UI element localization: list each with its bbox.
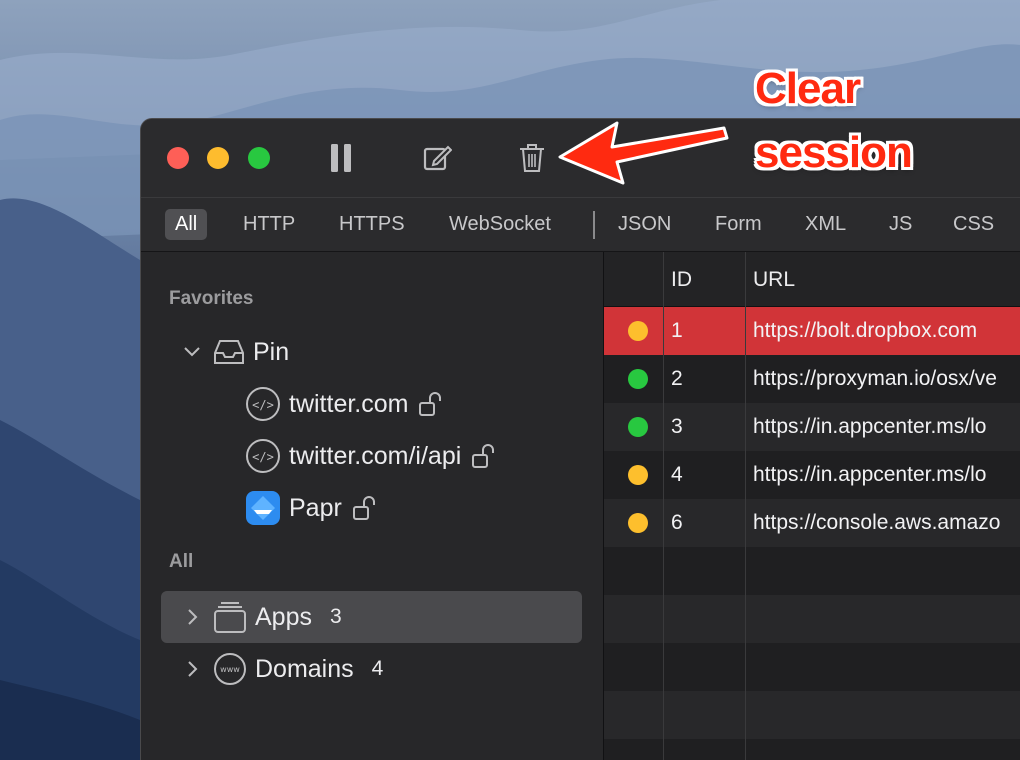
filter-form[interactable]: Form	[705, 209, 772, 240]
column-divider	[663, 252, 664, 760]
status-dot	[628, 321, 648, 341]
tray-icon	[214, 340, 244, 364]
empty-row	[604, 691, 1020, 739]
empty-row	[604, 547, 1020, 595]
cell-url: https://console.aws.amazo	[753, 511, 1001, 534]
compose-button[interactable]	[419, 141, 455, 175]
status-dot	[628, 513, 648, 533]
cell-id: 1	[671, 319, 683, 342]
table-row[interactable]: 3 https://in.appcenter.ms/lo	[604, 403, 1020, 451]
pin-label: Pin	[253, 337, 290, 366]
pause-icon	[331, 144, 351, 172]
compose-icon	[423, 145, 452, 171]
empty-row	[604, 595, 1020, 643]
chevron-right-icon[interactable]	[187, 660, 199, 678]
pin-folder-row[interactable]: Pin	[183, 330, 289, 374]
column-header-url[interactable]: URL	[753, 252, 795, 307]
app-icon	[246, 491, 280, 525]
request-table: ID URL 1 https://bolt.dropbox.com 2 http…	[604, 252, 1020, 760]
filter-websocket[interactable]: WebSocket	[439, 209, 561, 240]
pinned-item-twitter[interactable]: </> twitter.com	[245, 382, 444, 426]
unlock-icon[interactable]	[471, 443, 497, 469]
cell-url: https://in.appcenter.ms/lo	[753, 463, 987, 486]
code-icon: </>	[246, 387, 280, 421]
sidebar: Favorites Pin </> twitter.com </> twitte…	[141, 252, 604, 760]
filter-bar: All HTTP HTTPS WebSocket JSON Form XML J…	[141, 197, 1020, 252]
status-dot	[628, 465, 648, 485]
all-section-title: All	[169, 551, 194, 572]
pinned-item-label: Papr	[289, 493, 342, 522]
column-header-id[interactable]: ID	[671, 252, 692, 307]
filter-json[interactable]: JSON	[608, 209, 681, 240]
cell-id: 4	[671, 463, 683, 486]
pinned-item-label: twitter.com	[289, 389, 409, 418]
cell-id: 2	[671, 367, 683, 390]
svg-text:</>: </>	[252, 450, 274, 464]
favorites-section-title: Favorites	[169, 288, 254, 309]
pinned-item-label: twitter.com/i/api	[289, 441, 462, 470]
filter-js[interactable]: JS	[879, 209, 922, 240]
proxyman-window: All HTTP HTTPS WebSocket JSON Form XML J…	[140, 118, 1020, 760]
pinned-item-twitter-api[interactable]: </> twitter.com/i/api	[245, 434, 497, 478]
group-apps-row[interactable]: Apps 3	[187, 595, 342, 639]
annotation-label-line1: Clear	[755, 64, 861, 113]
table-row[interactable]: 6 https://console.aws.amazo	[604, 499, 1020, 547]
svg-text:www: www	[220, 665, 240, 674]
pause-button[interactable]	[323, 141, 359, 175]
cell-url: https://bolt.dropbox.com	[753, 319, 978, 342]
svg-text:</>: </>	[252, 398, 274, 412]
zoom-window-button[interactable]	[248, 147, 270, 169]
stack-icon	[214, 602, 246, 633]
cell-url: https://proxyman.io/osx/ve	[753, 367, 997, 390]
empty-row	[604, 643, 1020, 691]
trash-icon	[520, 144, 544, 172]
cell-url: https://in.appcenter.ms/lo	[753, 415, 987, 438]
group-label: Apps	[255, 602, 312, 631]
group-count: 4	[371, 657, 384, 680]
group-domains-row[interactable]: www Domains 4	[187, 647, 383, 691]
close-window-button[interactable]	[167, 147, 189, 169]
table-row[interactable]: 2 https://proxyman.io/osx/ve	[604, 355, 1020, 403]
filter-css[interactable]: CSS	[943, 209, 1004, 240]
group-label: Domains	[255, 654, 354, 683]
annotation-label-line2: session	[755, 128, 913, 177]
filter-http[interactable]: HTTP	[233, 209, 305, 240]
filter-separator	[593, 211, 595, 239]
unlock-icon[interactable]	[418, 391, 444, 417]
www-icon: www	[214, 653, 246, 685]
empty-row	[604, 739, 1020, 760]
chevron-right-icon[interactable]	[187, 608, 199, 626]
table-row[interactable]: 1 https://bolt.dropbox.com	[604, 307, 1020, 355]
status-dot	[628, 369, 648, 389]
table-header: ID URL	[604, 252, 1020, 307]
minimize-window-button[interactable]	[207, 147, 229, 169]
cell-id: 3	[671, 415, 683, 438]
column-divider	[745, 252, 746, 760]
table-row[interactable]: 4 https://in.appcenter.ms/lo	[604, 451, 1020, 499]
filter-https[interactable]: HTTPS	[329, 209, 415, 240]
chevron-down-icon[interactable]	[183, 346, 201, 358]
unlock-icon[interactable]	[352, 495, 378, 521]
clear-session-button[interactable]	[514, 141, 550, 175]
cell-id: 6	[671, 511, 683, 534]
filter-all[interactable]: All	[165, 209, 208, 240]
status-dot	[628, 417, 648, 437]
group-count: 3	[329, 605, 342, 628]
code-icon: </>	[246, 439, 280, 473]
filter-xml[interactable]: XML	[795, 209, 856, 240]
pinned-item-papr[interactable]: Papr	[245, 486, 378, 530]
